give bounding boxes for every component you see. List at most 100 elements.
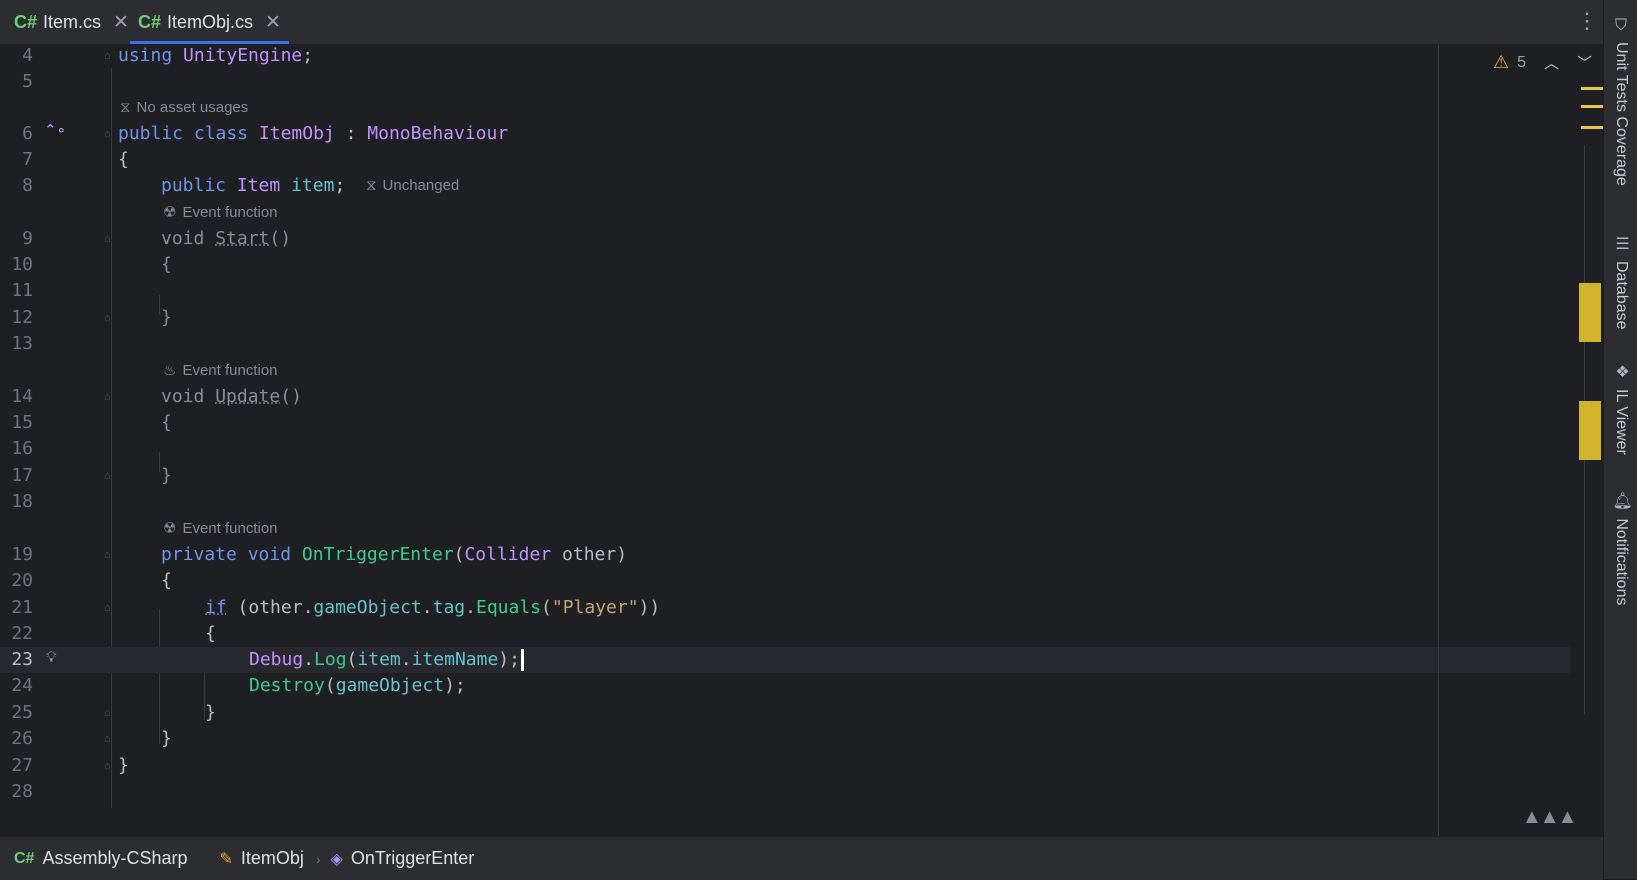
code-editor[interactable]: 4 ⌂ using UnityEngine; 5 ⧖ No asset usage…: [0, 45, 1603, 836]
fold-icon[interactable]: ⌂: [104, 471, 112, 482]
close-icon[interactable]: ✕: [265, 11, 281, 34]
code-text: void Update(): [161, 386, 302, 407]
fold-icon[interactable]: ⌂: [104, 708, 112, 719]
code-line: 20 {: [0, 568, 1570, 594]
code-text: {: [161, 412, 172, 433]
breadcrumb-class[interactable]: ✎ ItemObj ›: [220, 848, 331, 869]
line-number: 11: [11, 280, 33, 301]
line-number: 15: [11, 412, 33, 433]
code-vision-hint[interactable]: ⧖ No asset usages: [120, 95, 248, 121]
fold-icon[interactable]: ⌂: [104, 603, 112, 614]
fold-icon[interactable]: ⌂: [104, 761, 112, 772]
warning-stripe-mark[interactable]: [1581, 126, 1603, 129]
code-text: }: [161, 465, 172, 486]
lightbulb-icon[interactable]: 💡︎: [46, 649, 57, 666]
line-number: 8: [22, 175, 33, 196]
text-caret: [520, 649, 524, 671]
code-text: Debug.Log(item.itemName);: [249, 647, 524, 673]
code-vision-hint[interactable]: ☢ Event function: [163, 516, 278, 542]
warning-icon: ⚠: [1493, 52, 1510, 72]
warning-stripe-mark[interactable]: [1581, 87, 1603, 90]
code-text: }: [161, 307, 172, 328]
fold-icon[interactable]: ⌂: [104, 550, 112, 561]
line-number: 12: [11, 307, 33, 328]
code-text: public class ItemObj : MonoBehaviour: [118, 123, 509, 144]
implements-unity-icon[interactable]: ⌃∘: [44, 121, 66, 139]
chevron-right-icon: ›: [315, 850, 321, 867]
right-tool-strip: ⛉Unit Tests Coverage ☰Database ❖IL Viewe…: [1603, 0, 1637, 879]
unity-event-icon: ☢: [163, 520, 177, 537]
shield-icon: ⛉: [1613, 18, 1630, 34]
tab-itemobj-cs[interactable]: C# ItemObj.cs ✕: [130, 0, 289, 44]
code-text: if (other.gameObject.tag.Equals("Player"…: [205, 597, 661, 618]
code-vision-hint[interactable]: ☢ Event function: [163, 200, 278, 226]
code-line: 12 ⌂ }: [0, 305, 1570, 331]
tab-label: Item.cs: [43, 11, 102, 32]
unity-frame-icon: ♨: [163, 362, 177, 379]
line-number: 5: [22, 71, 33, 92]
line-number: 7: [22, 149, 33, 170]
method-icon: ◈: [330, 850, 343, 868]
code-text: }: [205, 702, 216, 723]
code-line: 9 ⌂ void Start(): [0, 226, 1570, 252]
code-line: 7 {: [0, 147, 1570, 173]
fold-icon[interactable]: ⌂: [104, 392, 112, 403]
code-text: }: [118, 755, 129, 776]
code-vision-hint[interactable]: ⧖ Unchanged: [366, 173, 459, 199]
code-line: 11: [0, 278, 1570, 304]
breadcrumb-project[interactable]: C# Assembly-CSharp: [14, 848, 188, 869]
toolwindow-database[interactable]: ☰Database: [1612, 234, 1631, 330]
code-text: private void OnTriggerEnter(Collider oth…: [161, 544, 628, 565]
previous-highlight-icon[interactable]: ︿: [1544, 52, 1559, 73]
code-text: using UnityEngine;: [118, 45, 314, 66]
warning-count: 5: [1517, 53, 1527, 71]
fold-icon[interactable]: ⌂: [104, 129, 112, 140]
editor-tab-bar: C# Item.cs ✕ C# ItemObj.cs ✕ ⋮: [0, 0, 1603, 45]
fold-icon[interactable]: ⌂: [104, 51, 112, 62]
code-line: 27 ⌂ }: [0, 753, 1570, 779]
line-number: 28: [11, 781, 33, 802]
inspection-widget[interactable]: ⚠ 5 ︿ ﹀: [1493, 52, 1592, 73]
code-line: 15 {: [0, 410, 1570, 436]
unity-event-icon: ☢: [163, 204, 177, 221]
breadcrumb-method[interactable]: ◈ OnTriggerEnter: [331, 848, 475, 869]
code-line: 19 ⌂ private void OnTriggerEnter(Collide…: [0, 542, 1570, 568]
toolwindow-notifications[interactable]: 🔔︎Notifications: [1612, 490, 1631, 605]
more-options-icon[interactable]: ⋮: [1576, 10, 1598, 32]
tab-item-cs[interactable]: C# Item.cs ✕: [14, 0, 129, 44]
line-number: 27: [11, 755, 33, 776]
code-text: {: [205, 623, 216, 644]
code-line: 18: [0, 489, 1570, 515]
warning-stripe-mark[interactable]: [1581, 105, 1603, 108]
database-icon: ☰: [1613, 234, 1630, 253]
line-number: 18: [11, 491, 33, 512]
toolwindow-unit-tests-coverage[interactable]: ⛉Unit Tests Coverage: [1612, 18, 1630, 186]
hourglass-icon: ⧖: [366, 177, 377, 194]
code-line: 16: [0, 436, 1570, 462]
next-highlight-icon[interactable]: ﹀: [1577, 52, 1592, 73]
line-number: 26: [11, 728, 33, 749]
code-line: 4 ⌂ using UnityEngine;: [0, 45, 1570, 69]
close-icon[interactable]: ✕: [113, 11, 129, 34]
code-text: {: [118, 149, 129, 170]
fold-icon[interactable]: ⌂: [104, 313, 112, 324]
fold-icon[interactable]: ⌂: [104, 734, 112, 745]
scroll-highlight-mark[interactable]: [1579, 401, 1601, 460]
scroll-highlight-mark[interactable]: [1579, 283, 1601, 342]
code-line: 21 ⌂ if (other.gameObject.tag.Equals("Pl…: [0, 595, 1570, 621]
line-number: 19: [11, 544, 33, 565]
line-number: 6: [22, 123, 33, 144]
line-number: 25: [11, 702, 33, 723]
line-number: 21: [11, 597, 33, 618]
code-text: {: [161, 254, 172, 275]
il-viewer-icon: ❖: [1613, 362, 1630, 381]
csharp-file-icon: C#: [14, 11, 38, 32]
code-vision-hint[interactable]: ♨ Event function: [163, 358, 278, 384]
csharp-project-icon: C#: [14, 849, 35, 867]
bell-icon: 🔔︎: [1613, 490, 1630, 511]
fold-icon[interactable]: ⌂: [104, 234, 112, 245]
hourglass-icon: ⧖: [120, 99, 131, 116]
reader-mode-icon[interactable]: ▲▲▲: [1522, 806, 1577, 829]
code-line: 14 ⌂ void Update(): [0, 384, 1570, 410]
toolwindow-il-viewer[interactable]: ❖IL Viewer: [1612, 362, 1631, 455]
